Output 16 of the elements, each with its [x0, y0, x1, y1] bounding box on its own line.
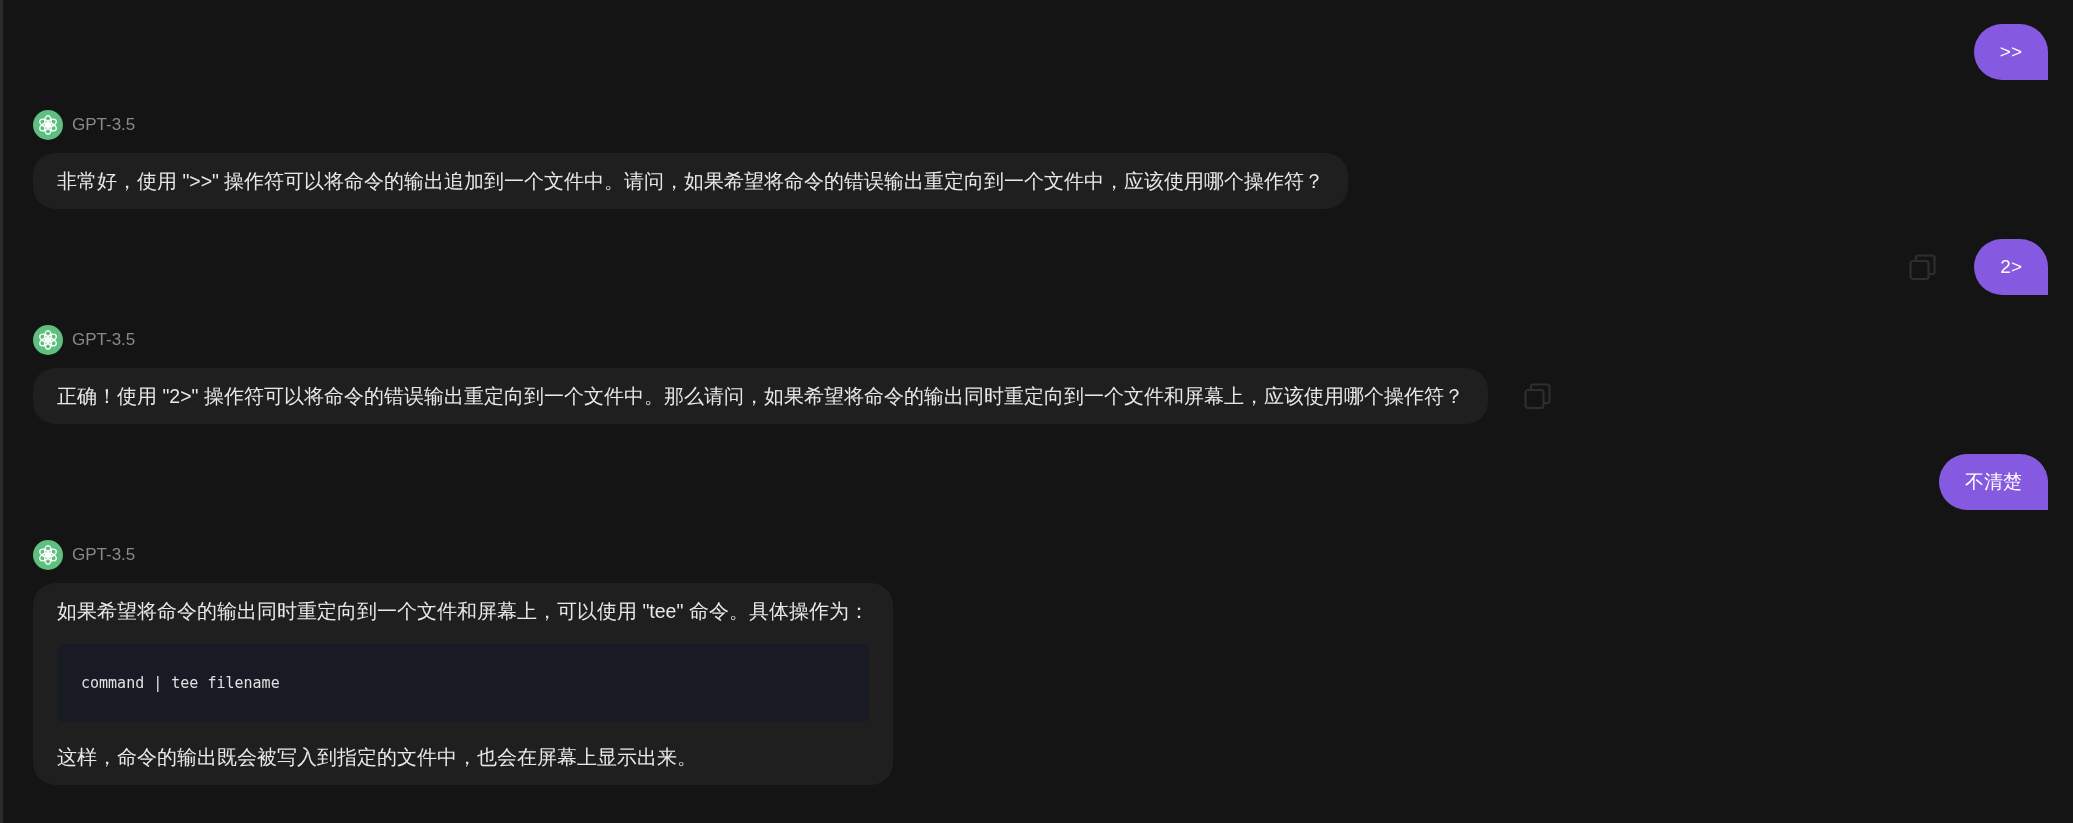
- code-block: command | tee filename: [57, 644, 869, 722]
- user-message-bubble: 2>: [1974, 239, 2048, 295]
- logo-icon: [33, 325, 63, 355]
- message-text: 这样，命令的输出既会被写入到指定的文件中，也会在屏幕上显示出来。: [57, 745, 698, 770]
- logo-icon: [33, 540, 63, 570]
- message-text: 非常好，使用 ">>" 操作符可以将命令的输出追加到一个文件中。请问，如果希望将命令的错误输出重定向到一个文件中，应该使用哪个操作符？: [57, 169, 1325, 194]
- message-text: 正确！使用 "2>" 操作符可以将命令的错误输出重定向到一个文件中。那么请问，如果希望将命令的输出同时重定向到一个文件和屏幕上，应该使用哪个操作符？: [57, 384, 1464, 409]
- logo-icon: [33, 110, 63, 140]
- user-message-bubble: >>: [1973, 24, 2048, 80]
- copy-icon[interactable]: [1523, 382, 1551, 410]
- copy-icon[interactable]: [1909, 253, 1937, 281]
- sender-name: GPT-3.5: [72, 329, 136, 352]
- sender-name: GPT-3.5: [72, 544, 136, 567]
- user-message-bubble: 不清楚: [1939, 454, 2048, 510]
- message-text: 如果希望将命令的输出同时重定向到一个文件和屏幕上，可以使用 "tee" 命令。具体操作为：: [57, 599, 869, 624]
- sender-name: GPT-3.5: [72, 114, 136, 137]
